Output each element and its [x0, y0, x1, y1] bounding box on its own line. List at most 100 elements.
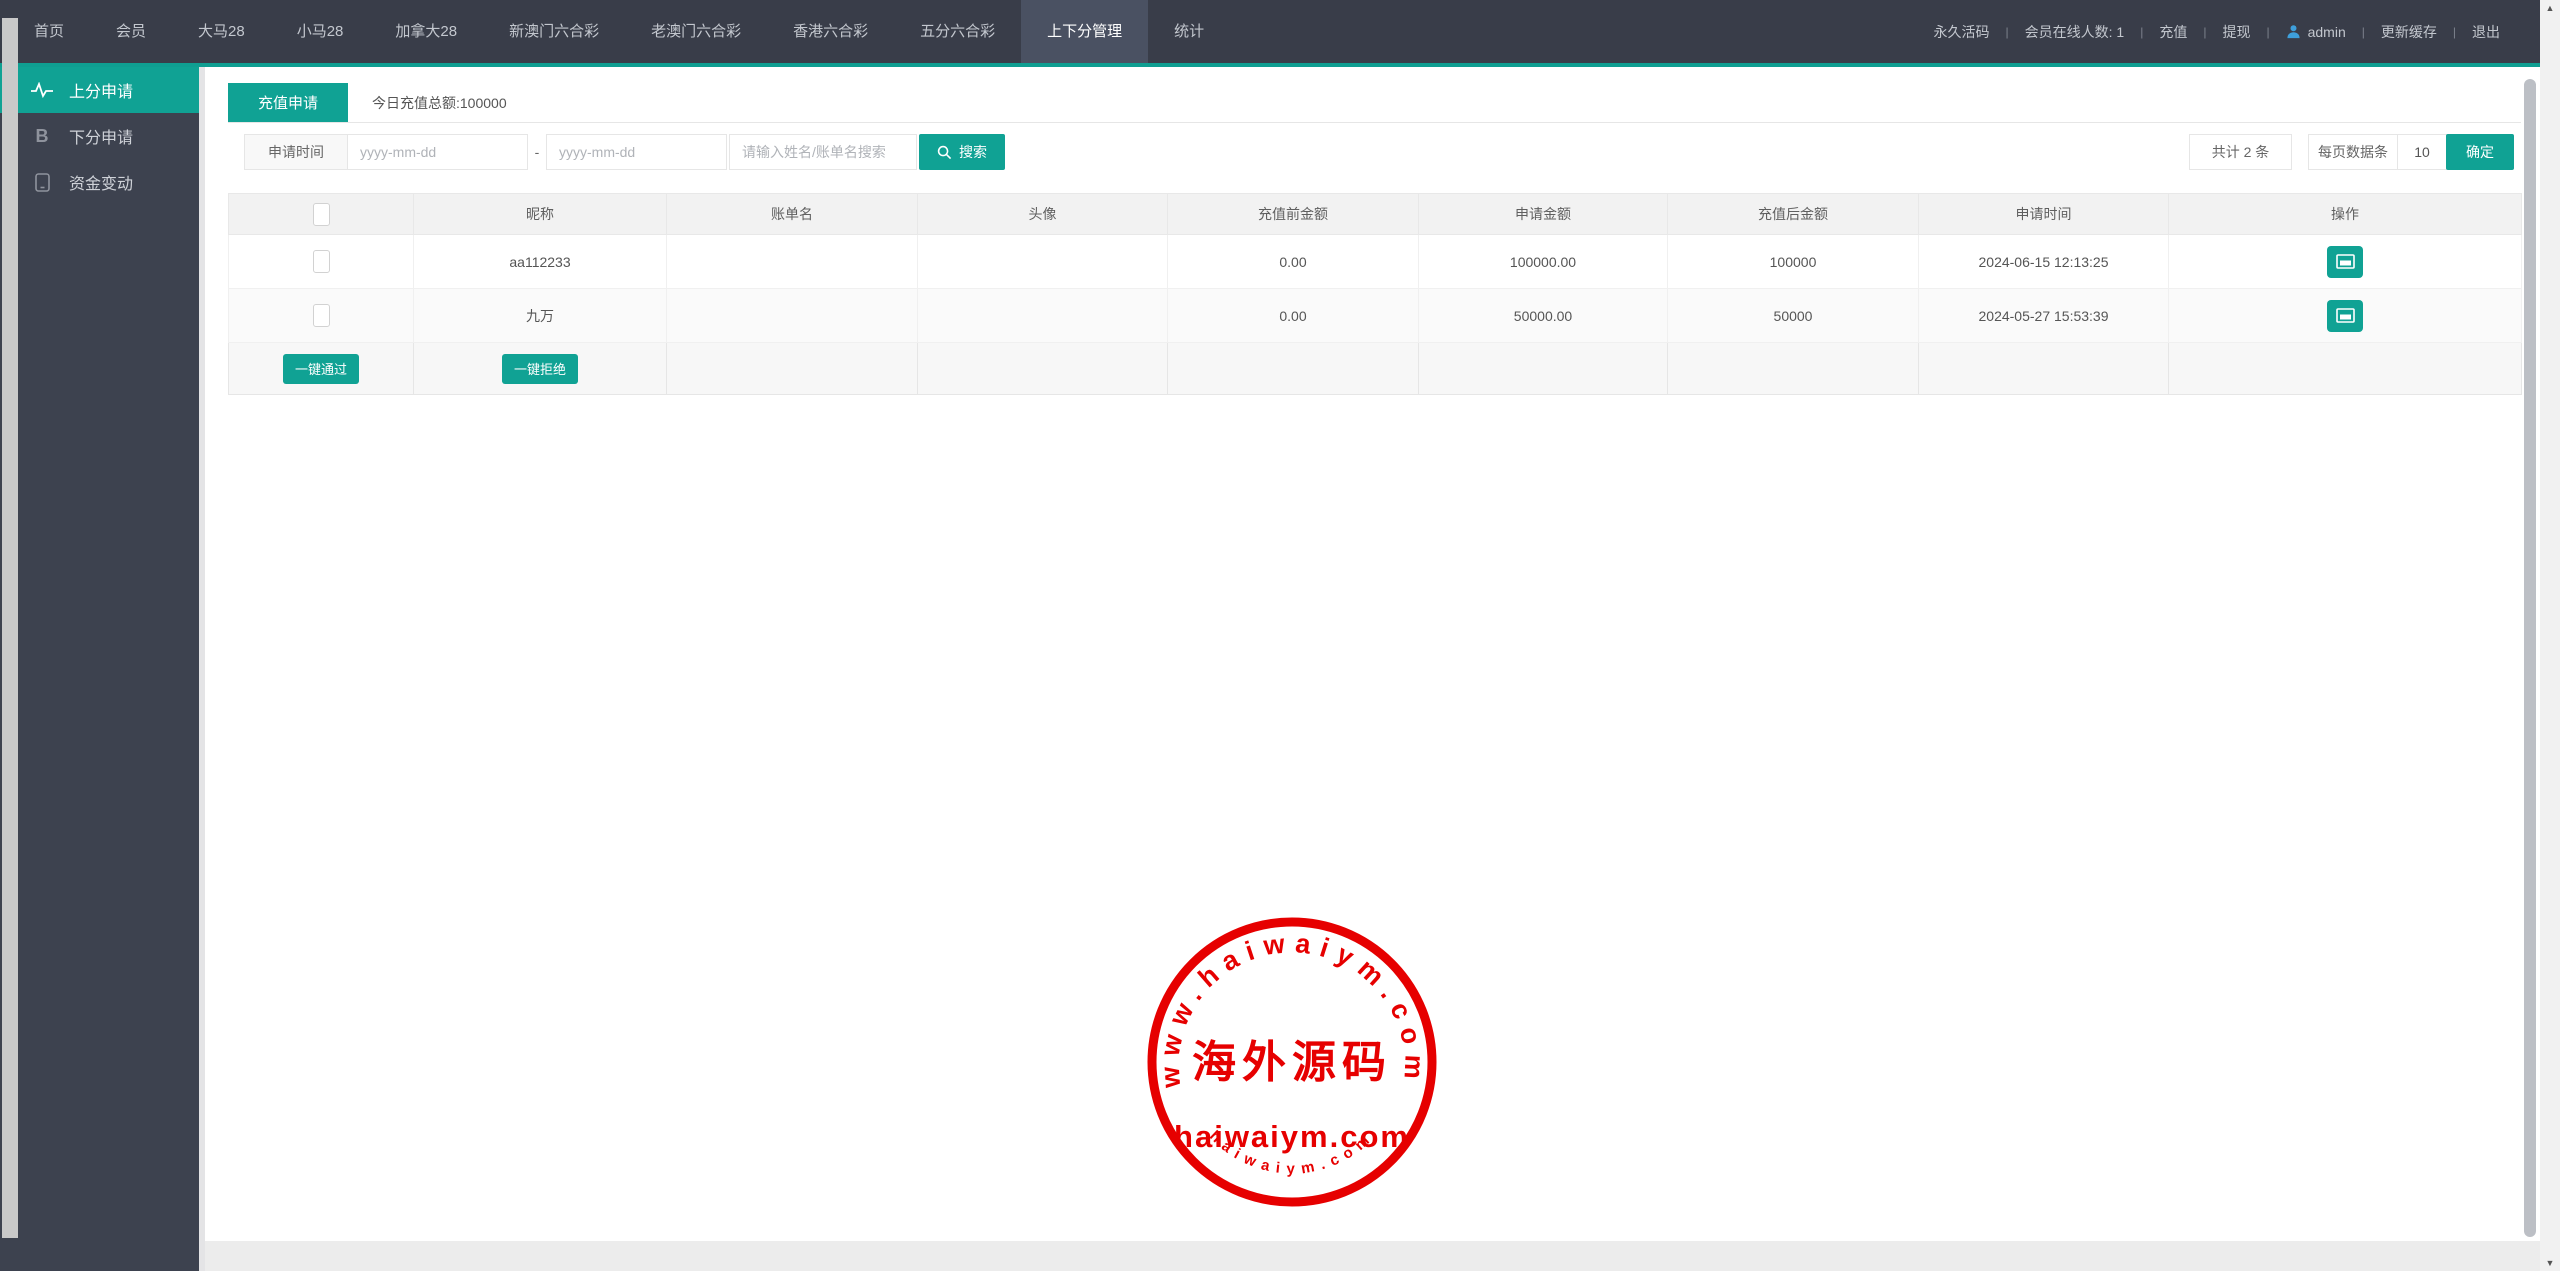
nav-user-area: 永久活码 | 会员在线人数: 1 | 充值 | 提现 | admin | 更新缓… — [1934, 0, 2540, 63]
date-range-separator: - — [528, 134, 546, 170]
nav-menu: 首页 会员 大马28 小马28 加拿大28 新澳门六合彩 老澳门六合彩 香港六合… — [0, 0, 1230, 63]
nav-separator: | — [2006, 25, 2009, 39]
cell-apply-time: 2024-05-27 15:53:39 — [1919, 289, 2169, 343]
header-select-all — [229, 194, 414, 235]
horizontal-scrollbar-track[interactable] — [205, 1241, 2540, 1271]
letter-b-icon: B — [30, 126, 54, 147]
cell-bill-name — [667, 289, 918, 343]
cell-before-amount: 0.00 — [1168, 289, 1419, 343]
main-content: 充值申请 今日充值总额:100000 申请时间 - 搜索 共计 2 条 每页数据… — [205, 67, 2540, 1271]
nav-item-xiaoma28[interactable]: 小马28 — [271, 0, 370, 63]
page: 首页 会员 大马28 小马28 加拿大28 新澳门六合彩 老澳门六合彩 香港六合… — [0, 0, 2560, 1271]
header-avatar: 头像 — [918, 194, 1168, 235]
pulse-icon — [30, 82, 54, 98]
nav-item-score-management[interactable]: 上下分管理 — [1021, 0, 1148, 63]
window-icon — [2336, 254, 2355, 269]
requests-table: 昵称 账单名 头像 充值前金额 申请金额 充值后金额 申请时间 操作 aa112… — [228, 193, 2521, 395]
perm-code-link[interactable]: 永久活码 — [1934, 22, 1990, 42]
tab-bar: 充值申请 今日充值总额:100000 — [228, 83, 2521, 123]
table-header-row: 昵称 账单名 头像 充值前金额 申请金额 充值后金额 申请时间 操作 — [229, 194, 2522, 235]
total-count-box: 共计 2 条 — [2189, 134, 2292, 170]
username-label: admin — [2308, 24, 2346, 40]
today-total-label: 今日充值总额:100000 — [372, 83, 507, 122]
search-button-label: 搜索 — [959, 142, 987, 162]
scroll-down-arrow-icon[interactable]: ▼ — [2540, 1255, 2560, 1271]
row-detail-button[interactable] — [2327, 246, 2363, 278]
stamp-center-text: 海外源码 — [1192, 1038, 1392, 1087]
table-footer-row: 一键通过 一键拒绝 — [229, 343, 2522, 395]
select-all-checkbox[interactable] — [313, 203, 330, 226]
search-button[interactable]: 搜索 — [919, 134, 1005, 170]
header-before-amount: 充值前金额 — [1168, 194, 1419, 235]
nav-item-statistics[interactable]: 统计 — [1148, 0, 1230, 63]
keyword-search-input[interactable] — [729, 134, 917, 170]
user-menu[interactable]: admin — [2286, 24, 2346, 40]
vertical-scrollbar[interactable]: ▲ ▼ — [2540, 0, 2560, 1271]
sidebar-item-label: 资金变动 — [69, 170, 133, 194]
user-icon — [2286, 24, 2301, 39]
cell-before-amount: 0.00 — [1168, 235, 1419, 289]
cell-avatar — [918, 289, 1168, 343]
refresh-cache-link[interactable]: 更新缓存 — [2381, 22, 2437, 42]
nav-item-5min-lottery[interactable]: 五分六合彩 — [894, 0, 1021, 63]
sidebar-item-score-up-request[interactable]: 上分申请 — [0, 67, 199, 113]
cell-apply-amount: 50000.00 — [1419, 289, 1668, 343]
cell-after-amount: 100000 — [1668, 235, 1919, 289]
nav-separator: | — [2362, 25, 2365, 39]
tab-recharge-requests[interactable]: 充值申请 — [228, 83, 348, 122]
header-actions: 操作 — [2169, 194, 2522, 235]
header-apply-amount: 申请金额 — [1419, 194, 1668, 235]
nav-item-hongkong[interactable]: 香港六合彩 — [767, 0, 894, 63]
scroll-up-arrow-icon[interactable]: ▲ — [2540, 0, 2560, 16]
row-checkbox[interactable] — [313, 250, 330, 273]
reject-all-button[interactable]: 一键拒绝 — [502, 354, 578, 384]
date-from-input[interactable] — [347, 134, 528, 170]
watermark-stamp: www.haiwaiym.com 海外源码 haiwaiym.com haiwa… — [1142, 912, 1442, 1212]
online-count-label: 会员在线人数: 1 — [2025, 22, 2125, 42]
table-row: aa112233 0.00 100000.00 100000 2024-06-1… — [229, 235, 2522, 289]
sidebar-item-fund-changes[interactable]: 资金变动 — [0, 159, 199, 205]
cell-nickname: 九万 — [414, 289, 667, 343]
nav-item-members[interactable]: 会员 — [90, 0, 172, 63]
header-apply-time: 申请时间 — [1919, 194, 2169, 235]
nav-item-dama28[interactable]: 大马28 — [172, 0, 271, 63]
date-to-input[interactable] — [546, 134, 727, 170]
nav-separator: | — [2140, 25, 2143, 39]
confirm-button[interactable]: 确定 — [2446, 134, 2514, 170]
cell-bill-name — [667, 235, 918, 289]
cell-apply-time: 2024-06-15 12:13:25 — [1919, 235, 2169, 289]
sidebar-item-label: 下分申请 — [69, 124, 133, 148]
nav-item-canada28[interactable]: 加拿大28 — [369, 0, 483, 63]
cell-nickname: aa112233 — [414, 235, 667, 289]
inner-scrollbar-thumb[interactable] — [2524, 79, 2536, 1237]
sidebar-item-score-down-request[interactable]: B 下分申请 — [0, 113, 199, 159]
nav-item-home[interactable]: 首页 — [8, 0, 90, 63]
nav-item-old-macau[interactable]: 老澳门六合彩 — [625, 0, 767, 63]
table-row: 九万 0.00 50000.00 50000 2024-05-27 15:53:… — [229, 289, 2522, 343]
window-icon — [2336, 308, 2355, 323]
header-nickname: 昵称 — [414, 194, 667, 235]
nav-separator: | — [2266, 25, 2269, 39]
nav-item-new-macau[interactable]: 新澳门六合彩 — [483, 0, 625, 63]
sidebar-item-label: 上分申请 — [69, 78, 133, 102]
apply-time-label: 申请时间 — [244, 134, 348, 170]
row-checkbox[interactable] — [313, 304, 330, 327]
approve-all-button[interactable]: 一键通过 — [283, 354, 359, 384]
recharge-link[interactable]: 充值 — [2159, 22, 2187, 42]
cell-avatar — [918, 235, 1168, 289]
per-page-label: 每页数据条 — [2308, 134, 2398, 170]
per-page-input[interactable] — [2397, 134, 2447, 170]
cell-apply-amount: 100000.00 — [1419, 235, 1668, 289]
logout-link[interactable]: 退出 — [2472, 22, 2500, 42]
top-navbar: 首页 会员 大马28 小马28 加拿大28 新澳门六合彩 老澳门六合彩 香港六合… — [0, 0, 2540, 67]
phone-icon — [30, 173, 54, 192]
header-bill-name: 账单名 — [667, 194, 918, 235]
vertical-scrollbar-thumb[interactable] — [2, 18, 18, 1238]
header-after-amount: 充值后金额 — [1668, 194, 1919, 235]
search-icon — [937, 145, 952, 160]
row-detail-button[interactable] — [2327, 300, 2363, 332]
filter-bar: 申请时间 - 搜索 共计 2 条 每页数据条 确定 — [228, 134, 2521, 170]
withdraw-link[interactable]: 提现 — [2222, 22, 2250, 42]
nav-separator: | — [2203, 25, 2206, 39]
cell-after-amount: 50000 — [1668, 289, 1919, 343]
